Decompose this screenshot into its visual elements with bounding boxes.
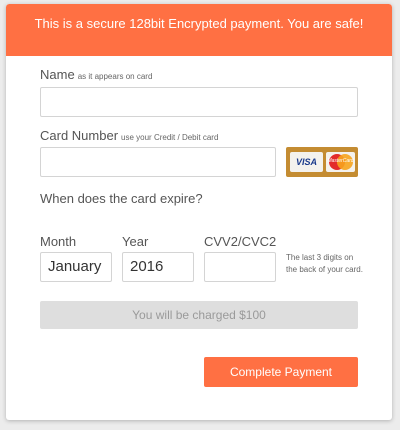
cvv-help-text: The last 3 digits on the back of your ca… — [286, 253, 363, 274]
charge-notice: You will be charged $100 — [40, 301, 358, 329]
card-number-label: Card Number use your Credit / Debit card — [40, 128, 218, 143]
name-hint: as it appears on card — [77, 72, 153, 81]
month-label: Month — [40, 234, 77, 249]
card-number-label-text: Card Number — [40, 128, 119, 143]
cvv-input[interactable] — [204, 252, 276, 282]
payment-card: This is a secure 128bit Encrypted paymen… — [6, 4, 392, 420]
card-number-hint: use your Credit / Debit card — [121, 133, 219, 142]
name-input[interactable] — [40, 87, 358, 117]
mastercard-logo-icon: MasterCard — [326, 152, 355, 172]
complete-payment-button[interactable]: Complete Payment — [204, 357, 358, 387]
cvv-label: CVV2/CVC2 — [204, 234, 277, 249]
mastercard-logo-text: MasterCard — [327, 158, 354, 164]
visa-logo-icon: VISA — [290, 152, 323, 172]
expiry-question: When does the card expire? — [40, 191, 203, 206]
name-label-text: Name — [40, 67, 75, 82]
name-label: Name as it appears on card — [40, 67, 152, 82]
secure-banner: This is a secure 128bit Encrypted paymen… — [6, 4, 392, 56]
card-number-input[interactable] — [40, 147, 276, 177]
month-select[interactable]: January — [40, 252, 112, 282]
year-label: Year — [122, 234, 149, 249]
year-select[interactable]: 2016 — [122, 252, 194, 282]
accepted-cards-logo: VISA MasterCard — [286, 147, 358, 177]
